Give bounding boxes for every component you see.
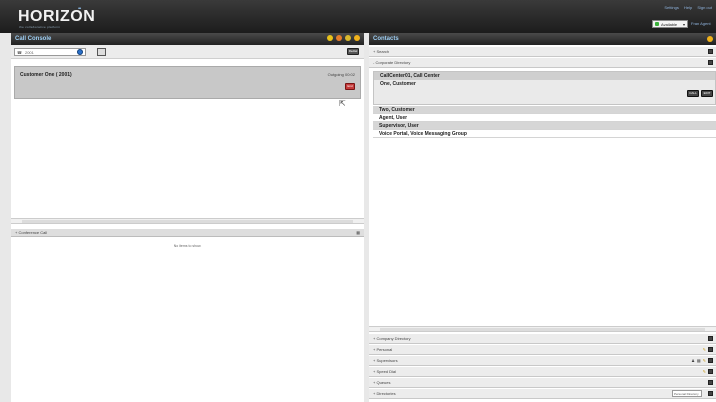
contact-row[interactable]: Supervisor, User	[373, 122, 716, 130]
conference-call-title: Conference Call	[18, 230, 48, 235]
contacts-title: Contacts	[373, 36, 399, 42]
alert-icon[interactable]	[354, 35, 360, 41]
corporate-directory-section[interactable]: - Corporate Directory	[369, 58, 716, 68]
search-section[interactable]: + Search	[369, 47, 716, 57]
settings-link[interactable]: Settings	[664, 5, 678, 10]
contacts-panel: Contacts + Search - Corporate Directory …	[369, 33, 716, 402]
speed-dial-section[interactable]: + Speed Dial ✎	[369, 367, 716, 377]
section-menu-icon[interactable]	[708, 391, 713, 396]
settings-icon[interactable]	[336, 35, 342, 41]
edit-icon[interactable]: ✎	[703, 358, 706, 363]
queues-section[interactable]: + Queues	[369, 378, 716, 388]
contact-row[interactable]: Agent, User	[373, 114, 716, 122]
group-title: CallCenter01, Call Center	[374, 72, 715, 80]
section-label: Personal	[376, 347, 393, 352]
availability-select[interactable]: Available ▾	[652, 20, 688, 28]
section-label: Company Directory	[376, 336, 411, 341]
directory-select[interactable]: Personal Directory	[672, 390, 702, 397]
call-button[interactable]: CALL	[687, 90, 699, 97]
call-console-panel: Call Console ☎ 2001 Redial Customer One …	[11, 33, 364, 402]
logo-dots-icon: •••	[78, 6, 81, 12]
section-label: Speed Dial	[376, 369, 397, 374]
chevron-down-icon: ▾	[682, 21, 685, 27]
conference-call-header[interactable]: + Conference Call ▦	[11, 229, 364, 237]
section-menu-icon[interactable]	[708, 60, 713, 65]
alert-icon[interactable]	[707, 36, 713, 42]
header-icons	[327, 35, 360, 41]
directories-section[interactable]: + Directories Personal Directory	[369, 389, 716, 399]
top-links: Settings Help Sign out	[660, 5, 712, 10]
grid-icon[interactable]: ▦	[697, 358, 701, 363]
expand-icon: +	[15, 230, 18, 235]
section-label: Queues	[376, 380, 391, 385]
section-menu-icon[interactable]	[708, 49, 713, 54]
help-link[interactable]: Help	[684, 5, 692, 10]
redial-button[interactable]: Redial	[347, 48, 359, 55]
horizon-logo: HORIZON	[18, 8, 96, 25]
horizontal-scrollbar[interactable]	[11, 218, 364, 224]
no-items-message: No items to show.	[173, 244, 202, 248]
section-menu-icon[interactable]	[708, 369, 713, 374]
user-name: Fran Agent	[691, 21, 711, 26]
top-bar: HORIZON ••• the collaborative platform S…	[0, 0, 716, 33]
logo-tagline: the collaborative platform	[19, 25, 61, 29]
contact-row[interactable]: Two, Customer	[373, 106, 716, 114]
edit-icon[interactable]: ✎	[703, 369, 706, 374]
contacts-header: Contacts	[369, 33, 716, 45]
availability-label: Available	[661, 21, 678, 27]
company-directory-section[interactable]: + Company Directory	[369, 334, 716, 344]
section-label: Supervisors	[376, 358, 398, 363]
supervisors-section[interactable]: + Supervisors ♟ ▦ ✎	[369, 356, 716, 366]
section-label: Directories	[376, 391, 396, 396]
contact-row[interactable]: Voice Portal, Voice Messaging Group	[373, 130, 716, 138]
section-menu-icon[interactable]	[708, 380, 713, 385]
conference-settings-icon[interactable]: ▦	[356, 230, 360, 235]
scrollbar-thumb[interactable]	[380, 328, 705, 331]
active-call-row[interactable]: Customer One ( 2001) Outgoing 00:02 End	[14, 66, 361, 99]
scrollbar-thumb[interactable]	[22, 220, 353, 223]
phone-icon: ☎	[17, 49, 22, 55]
sign-out-link[interactable]: Sign out	[697, 5, 712, 10]
presence-status-icon	[655, 22, 659, 26]
section-label: Search	[376, 49, 390, 54]
dialpad-icon[interactable]	[97, 48, 106, 56]
refresh-icon[interactable]	[345, 35, 351, 41]
dial-input-value: 2001	[24, 49, 34, 55]
horizontal-scrollbar[interactable]	[369, 326, 716, 332]
dial-toolbar: ☎ 2001 Redial	[11, 45, 364, 59]
mouse-pointer-icon: ⇱	[339, 99, 346, 108]
dial-input[interactable]: ☎ 2001	[14, 48, 86, 56]
users-icon[interactable]: ♟	[691, 358, 695, 363]
section-menu-icon[interactable]	[708, 358, 713, 363]
call-console-header: Call Console	[11, 33, 364, 45]
section-menu-icon[interactable]	[708, 336, 713, 341]
edit-button[interactable]: EDIT	[701, 90, 713, 97]
contact-group[interactable]: CallCenter01, Call Center One, Customer …	[373, 71, 716, 105]
contact-name[interactable]: One, Customer	[374, 80, 715, 88]
section-menu-icon[interactable]	[708, 347, 713, 352]
dial-icon[interactable]	[77, 49, 83, 55]
section-label: Corporate Directory	[375, 60, 411, 65]
personal-section[interactable]: + Personal ✎	[369, 345, 716, 355]
status-heart-icon[interactable]	[327, 35, 333, 41]
edit-icon[interactable]: ✎	[703, 347, 706, 352]
call-party-name: Customer One ( 2001)	[20, 72, 72, 78]
end-call-button[interactable]: End	[345, 83, 355, 90]
call-status: Outgoing 00:02	[327, 72, 355, 77]
call-console-title: Call Console	[15, 36, 52, 42]
